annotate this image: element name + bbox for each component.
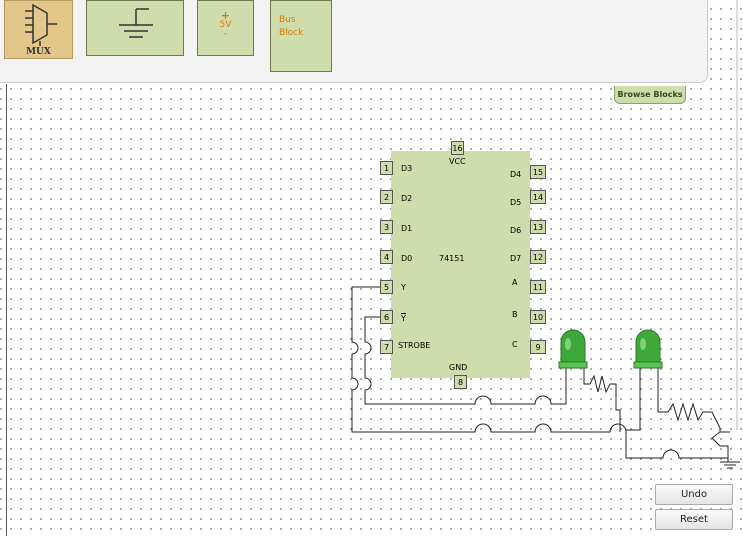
led-2-icon <box>633 329 663 369</box>
reset-button[interactable]: Reset <box>655 509 733 530</box>
undo-button[interactable]: Undo <box>655 484 733 505</box>
wire-led2-to-resistor2 <box>657 368 730 433</box>
wire-y-inverted-output <box>364 316 567 405</box>
wire-led1-resistor <box>583 368 621 432</box>
ground-symbol-icon <box>720 461 740 469</box>
circuit-wiring <box>351 0 740 469</box>
wire-led2-resistor <box>626 368 641 431</box>
wire-y-output <box>351 286 729 462</box>
led-1-icon <box>558 329 588 369</box>
